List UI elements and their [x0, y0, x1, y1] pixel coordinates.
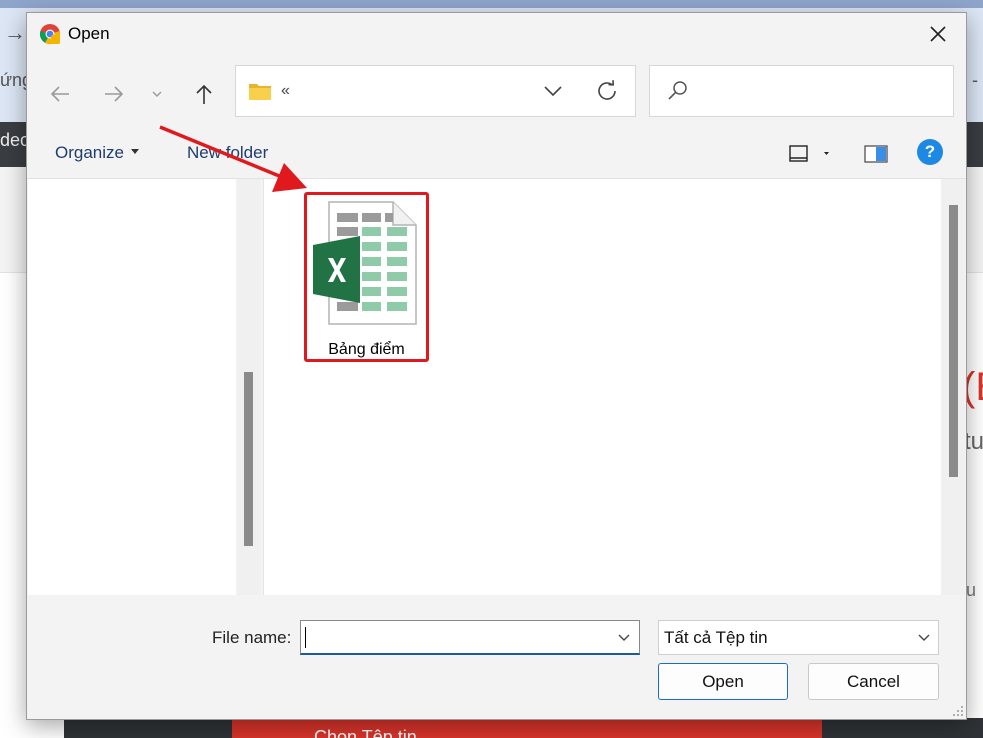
chevron-down-icon[interactable] — [616, 630, 632, 646]
file-name-input[interactable] — [307, 625, 611, 651]
close-icon — [930, 26, 946, 42]
recent-locations-button[interactable] — [143, 81, 171, 107]
forward-button[interactable] — [99, 81, 129, 107]
file-type-value: Tất cả Tệp tin — [664, 628, 768, 647]
dialog-titlebar: Open — [27, 13, 966, 55]
organize-label: Organize — [55, 143, 124, 162]
search-box[interactable] — [649, 65, 954, 117]
chrome-icon — [39, 24, 61, 45]
background-choose-file-button: Chọn Tệp tin — [232, 718, 822, 738]
arrow-left-icon — [50, 86, 69, 102]
refresh-icon[interactable] — [595, 79, 619, 103]
organize-button[interactable]: Organize — [55, 143, 139, 163]
command-bar: Organize New folder ? — [27, 130, 966, 179]
browser-tabstrip — [0, 0, 983, 8]
cancel-button[interactable]: Cancel — [808, 663, 939, 700]
open-button[interactable]: Open — [658, 663, 788, 700]
view-options-button[interactable] — [787, 141, 835, 167]
file-list-scrollbar[interactable] — [941, 179, 965, 595]
search-icon — [668, 81, 687, 100]
chevron-down-icon[interactable] — [542, 80, 564, 102]
help-button[interactable]: ? — [917, 139, 943, 165]
text-cursor — [305, 627, 306, 648]
close-button[interactable] — [923, 21, 953, 47]
up-button[interactable] — [189, 81, 219, 107]
file-name-combobox[interactable] — [300, 620, 640, 655]
scrollbar-thumb[interactable] — [949, 205, 958, 477]
folder-icon — [249, 84, 271, 100]
arrow-right-icon — [105, 86, 124, 102]
excel-file-icon — [313, 201, 417, 325]
chevron-down-icon — [918, 634, 930, 641]
resize-grip-icon[interactable] — [950, 703, 964, 717]
scrollbar-thumb[interactable] — [244, 372, 253, 546]
file-name-label: Bảng điểm — [328, 341, 405, 358]
chevron-down-icon — [152, 91, 162, 97]
file-name-label: File name: — [212, 628, 292, 647]
dialog-title: Open — [68, 24, 110, 43]
browser-forward-icon: → — [4, 20, 26, 45]
new-folder-button[interactable]: New folder — [187, 143, 268, 163]
background-text: u — [966, 580, 977, 600]
back-button[interactable] — [45, 81, 75, 107]
navigation-pane[interactable] — [28, 179, 236, 595]
preview-pane-icon[interactable] — [863, 141, 889, 167]
file-item-bang-diem[interactable]: Bảng điểm — [304, 192, 429, 362]
navigation-scrollbar[interactable] — [237, 179, 260, 595]
address-bar[interactable]: « — [235, 65, 636, 117]
open-file-dialog: Open « Organize New folder ? Bảng điểm F… — [26, 12, 967, 720]
file-type-select[interactable]: Tất cả Tệp tin — [658, 620, 939, 655]
address-path: « — [281, 82, 290, 99]
caret-down-icon — [130, 149, 139, 155]
arrow-up-icon — [196, 84, 212, 104]
